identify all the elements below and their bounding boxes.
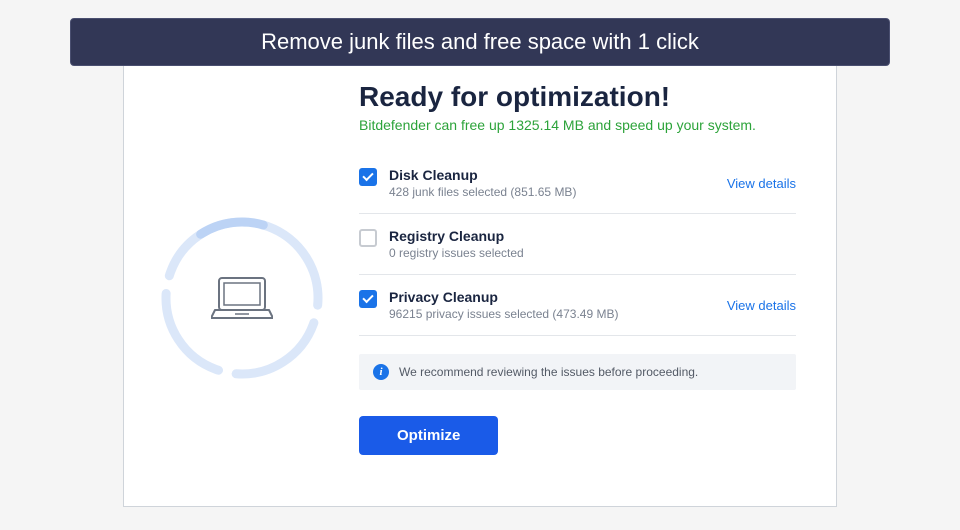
privacy-cleanup-checkbox[interactable] [359,290,377,308]
registry-cleanup-title: Registry Cleanup [389,228,796,244]
recommendation-bar: i We recommend reviewing the issues befo… [359,354,796,390]
disk-cleanup-title: Disk Cleanup [389,167,727,183]
heading: Ready for optimization! [359,81,796,113]
promo-banner-text: Remove junk files and free space with 1 … [261,29,699,55]
cleanup-item-registry: Registry Cleanup 0 registry issues selec… [359,214,796,275]
cleanup-item-privacy: Privacy Cleanup 96215 privacy issues sel… [359,275,796,336]
privacy-cleanup-sub: 96215 privacy issues selected (473.49 MB… [389,307,727,321]
subheading: Bitdefender can free up 1325.14 MB and s… [359,117,796,133]
privacy-cleanup-view-details[interactable]: View details [727,298,796,313]
registry-cleanup-sub: 0 registry issues selected [389,246,796,260]
disk-cleanup-checkbox[interactable] [359,168,377,186]
cleanup-item-disk: Disk Cleanup 428 junk files selected (85… [359,153,796,214]
promo-banner: Remove junk files and free space with 1 … [70,18,890,66]
disk-cleanup-sub: 428 junk files selected (851.65 MB) [389,185,727,199]
privacy-cleanup-title: Privacy Cleanup [389,289,727,305]
info-icon: i [373,364,389,380]
optimize-button[interactable]: Optimize [359,416,498,455]
recommendation-text: We recommend reviewing the issues before… [399,365,698,379]
progress-graphic [124,81,359,455]
disk-cleanup-view-details[interactable]: View details [727,176,796,191]
optimization-card: Ready for optimization! Bitdefender can … [123,38,837,507]
registry-cleanup-checkbox[interactable] [359,229,377,247]
laptop-icon [211,276,273,320]
